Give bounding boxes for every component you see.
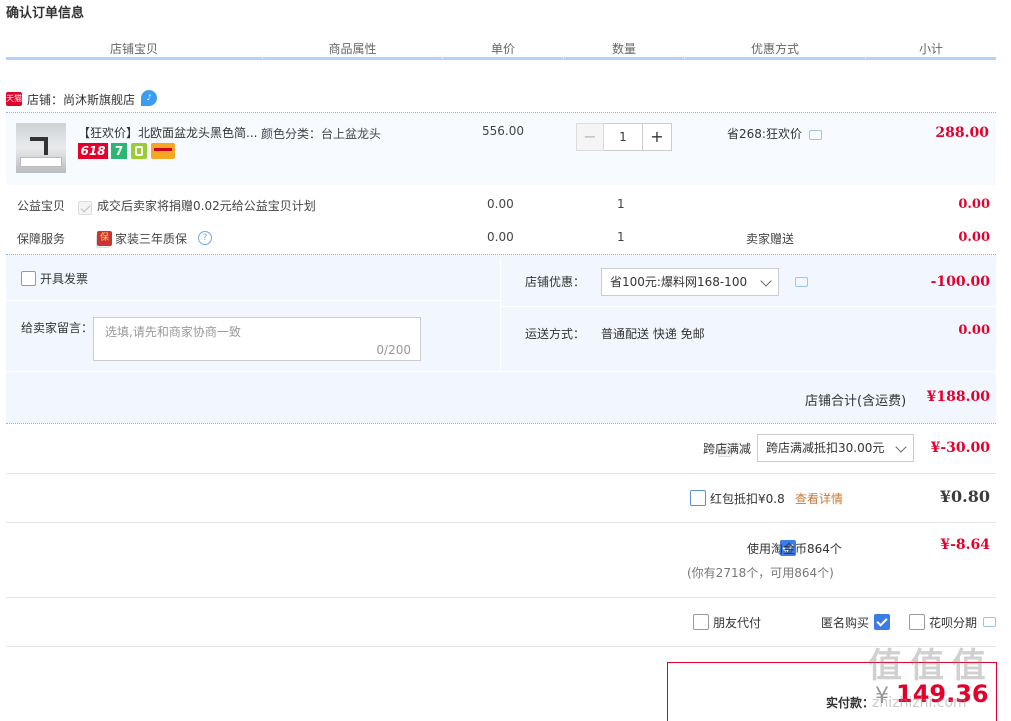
charity-description: 成交后卖家将捐赠0.02元给公益宝贝计划 (97, 199, 316, 213)
cross-store-label: 跨店满减 (703, 442, 752, 456)
column-header-shop-item: 店铺宝贝 (6, 40, 262, 60)
taojinbi-label: 使用淘金币864个 (747, 542, 842, 556)
guarantee-icon (131, 143, 147, 159)
red-packet-label: 红包抵扣¥0.8 (710, 492, 785, 506)
warranty-qty: 1 (617, 230, 625, 244)
promotion-text: 省268:狂欢价 (727, 127, 802, 141)
final-payment-label: 实付款： (826, 696, 875, 710)
badge-618-icon: 618 (78, 143, 108, 159)
warranty-promo: 卖家赠送 (746, 232, 795, 246)
anonymous-purchase-checkbox[interactable] (874, 614, 891, 630)
unit-price: 556.00 (482, 124, 524, 138)
shipping-label: 运送方式： (525, 327, 586, 341)
quantity-increase-button[interactable]: + (642, 123, 672, 151)
charity-checkbox (78, 201, 92, 215)
shop-discount-selected: 省100元:爆料网168-100 (610, 275, 748, 289)
credit-card-icon (151, 143, 175, 159)
warranty-description: 家装三年质保 (115, 232, 188, 246)
charity-price: 0.00 (487, 197, 514, 211)
invoice-label: 开具发票 (40, 272, 89, 286)
charity-qty: 1 (617, 197, 625, 211)
warranty-price: 0.00 (487, 230, 514, 244)
taojinbi-note: (你有2718个，可用864个) (687, 566, 834, 580)
huabei-checkbox[interactable] (909, 614, 925, 630)
tmall-badge: 天猫 (6, 92, 22, 106)
cross-store-amount: ¥-30.00 (930, 440, 990, 456)
warranty-subtotal: 0.00 (958, 230, 990, 245)
message-label: 给卖家留言： (21, 321, 94, 335)
shop-name-link[interactable]: 尚沐斯旗舰店 (63, 93, 135, 107)
cross-store-select[interactable]: 跨店满减抵扣30.00元 (757, 434, 914, 462)
huabei-label: 花呗分期 (929, 616, 978, 630)
shop-discount-select[interactable]: 省100元:爆料网168-100 (601, 268, 779, 296)
column-header-attributes: 商品属性 (262, 40, 442, 60)
column-header-unit-price: 单价 (442, 40, 563, 60)
warranty-label: 保障服务 (17, 232, 66, 246)
charity-subtotal: 0.00 (958, 197, 990, 212)
seven-day-return-icon: 7 (111, 143, 127, 159)
shipping-method: 普通配送 快递 免邮 (601, 327, 705, 341)
column-header-quantity: 数量 (563, 40, 684, 60)
red-packet-checkbox[interactable] (690, 490, 706, 506)
quantity-input[interactable]: 1 (604, 123, 642, 151)
charity-label: 公益宝贝 (17, 199, 66, 213)
quantity-decrease-button[interactable]: − (576, 123, 604, 151)
taojinbi-amount: ¥-8.64 (940, 537, 990, 553)
shop-discount-info-icon[interactable] (795, 277, 808, 287)
product-attribute: 颜色分类：台上盆龙头 (261, 127, 382, 141)
shop-info: 店铺：尚沐斯旗舰店 (27, 91, 135, 108)
red-packet-details-link[interactable]: 查看详情 (795, 490, 843, 507)
red-packet-amount: ¥0.80 (939, 487, 990, 506)
friend-pay-checkbox[interactable] (693, 614, 709, 630)
shop-label: 店铺： (27, 93, 64, 107)
cross-store-selected: 跨店满减抵扣30.00元 (766, 441, 885, 455)
invoice-checkbox[interactable] (21, 271, 36, 286)
chevron-down-icon (895, 441, 907, 453)
watermark-url: zhizhizhi.com (872, 695, 967, 711)
shop-total-amount: ¥188.00 (926, 389, 990, 405)
shipping-amount: 0.00 (958, 323, 990, 338)
chevron-down-icon (760, 275, 772, 287)
message-placeholder: 选填,请先和商家协商一致 (105, 325, 241, 339)
product-thumbnail[interactable] (16, 123, 66, 173)
shop-discount-label: 店铺优惠： (525, 275, 586, 289)
promo-info-icon[interactable] (809, 130, 822, 140)
anonymous-purchase-label: 匿名购买 (821, 616, 870, 630)
huabei-info-icon[interactable] (983, 617, 996, 627)
shop-total-label: 店铺合计(含运费) (805, 394, 907, 409)
item-subtotal: 288.00 (935, 125, 989, 141)
warranty-badge-icon: 保 (97, 231, 112, 246)
page-title: 确认订单信息 (6, 6, 85, 21)
watermark-logo: 值 值 值 (868, 646, 986, 686)
product-title-link[interactable]: 【狂欢价】北欧面盆龙头黑色简... (78, 124, 258, 141)
column-header-subtotal: 小计 (865, 40, 996, 60)
column-header-discount: 优惠方式 (684, 40, 865, 60)
help-icon[interactable]: ? (198, 231, 212, 245)
message-counter: 0/200 (376, 343, 411, 357)
seller-message-input[interactable]: 选填,请先和商家协商一致 0/200 (93, 317, 421, 361)
shop-discount-amount: -100.00 (930, 274, 990, 290)
friend-pay-label: 朋友代付 (713, 616, 762, 630)
wangwang-chat-icon[interactable]: ♪ (141, 90, 157, 106)
